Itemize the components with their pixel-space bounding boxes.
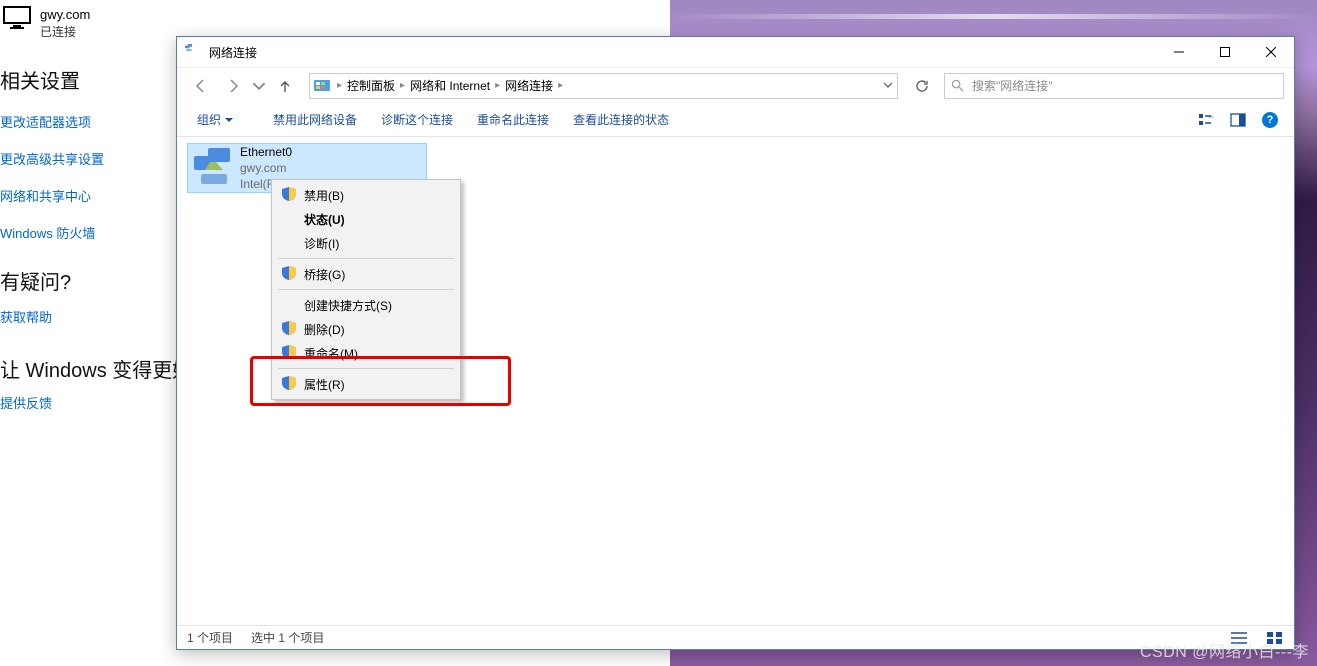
- menu-item-label: 诊断(I): [304, 235, 339, 252]
- shield-icon: [282, 376, 296, 390]
- link-change-adapter[interactable]: 更改适配器选项: [0, 112, 176, 131]
- monitor-icon: [0, 6, 34, 34]
- crumb-control-panel[interactable]: 控制面板: [343, 77, 399, 94]
- search-icon: [951, 79, 964, 92]
- crumb-network-connections[interactable]: 网络连接: [501, 77, 557, 94]
- menu-item[interactable]: 禁用(B): [274, 183, 458, 207]
- chevron-right-icon[interactable]: ▸: [399, 80, 406, 91]
- shield-icon: [282, 345, 296, 359]
- link-advanced-sharing[interactable]: 更改高级共享设置: [0, 149, 176, 168]
- related-settings-heading: 相关设置: [0, 65, 176, 94]
- up-button[interactable]: [271, 72, 299, 100]
- menu-separator: [278, 289, 454, 290]
- menu-item-label: 状态(U): [304, 211, 345, 228]
- adapter-icon: [194, 148, 234, 188]
- settings-sidebar: gwy.com 已连接 相关设置 更改适配器选项 更改高级共享设置 网络和共享中…: [0, 0, 176, 665]
- shield-icon: [282, 321, 296, 335]
- link-get-help[interactable]: 获取帮助: [0, 307, 176, 326]
- menu-item-label: 禁用(B): [304, 187, 344, 204]
- menu-item-label: 删除(D): [304, 321, 345, 338]
- network-name: gwy.com: [40, 6, 90, 24]
- link-feedback[interactable]: 提供反馈: [0, 393, 176, 412]
- link-windows-firewall[interactable]: Windows 防火墙: [0, 223, 176, 242]
- chevron-right-icon[interactable]: ▸: [494, 80, 501, 91]
- chevron-right-icon[interactable]: ▸: [336, 80, 343, 91]
- menu-item[interactable]: 状态(U): [274, 207, 458, 231]
- watermark: CSDN @网络小白---李: [1140, 638, 1309, 662]
- statusbar: 1 个项目 选中 1 个项目: [177, 625, 1294, 649]
- shield-icon: [282, 266, 296, 280]
- chevron-right-icon[interactable]: ▸: [557, 80, 564, 91]
- content-area[interactable]: Ethernet0 gwy.com Intel(R) 82574L Gigabi…: [177, 137, 1294, 625]
- search-input[interactable]: [970, 78, 1277, 94]
- question-heading: 有疑问?: [0, 266, 176, 295]
- help-button[interactable]: ?: [1256, 106, 1284, 134]
- window-icon: [185, 44, 201, 60]
- menu-item-label: 属性(R): [304, 376, 345, 393]
- address-icon: [314, 78, 330, 94]
- adapter-name: Ethernet0: [240, 144, 396, 160]
- status-selected: 选中 1 个项目: [251, 629, 324, 646]
- history-dropdown[interactable]: [251, 72, 267, 100]
- network-status: 已连接: [40, 24, 90, 41]
- view-options-button[interactable]: [1192, 106, 1220, 134]
- status-count: 1 个项目: [187, 629, 233, 646]
- crumb-network-internet[interactable]: 网络和 Internet: [406, 77, 494, 94]
- network-connections-window: 网络连接 ▸ 控制面板 ▸ 网络和 Internet ▸ 网络连接 ▸ 组织: [176, 36, 1295, 650]
- menu-item[interactable]: 属性(R): [274, 372, 458, 396]
- menu-item[interactable]: 重命名(M): [274, 341, 458, 365]
- navigation-bar: ▸ 控制面板 ▸ 网络和 Internet ▸ 网络连接 ▸: [177, 67, 1294, 103]
- maximize-button[interactable]: [1202, 37, 1248, 67]
- organize-menu[interactable]: 组织: [187, 107, 243, 132]
- link-network-center[interactable]: 网络和共享中心: [0, 186, 176, 205]
- minimize-button[interactable]: [1156, 37, 1202, 67]
- menu-item[interactable]: 创建快捷方式(S): [274, 293, 458, 317]
- tb-diagnose[interactable]: 诊断这个连接: [371, 107, 463, 132]
- tb-rename[interactable]: 重命名此连接: [467, 107, 559, 132]
- menu-item[interactable]: 桥接(G): [274, 262, 458, 286]
- search-box[interactable]: [944, 73, 1284, 99]
- network-card[interactable]: gwy.com 已连接: [0, 0, 176, 41]
- titlebar[interactable]: 网络连接: [177, 37, 1294, 67]
- shield-icon: [282, 187, 296, 201]
- preview-pane-button[interactable]: [1224, 106, 1252, 134]
- improve-heading: 让 Windows 变得更好: [0, 354, 176, 383]
- tb-view-status[interactable]: 查看此连接的状态: [563, 107, 679, 132]
- help-icon: ?: [1262, 112, 1278, 128]
- back-button[interactable]: [187, 72, 215, 100]
- context-menu: 禁用(B) 状态(U) 诊断(I) 桥接(G) 创建快捷方式(S) 删除(D) 重命名(M)…: [271, 179, 461, 400]
- menu-item[interactable]: 诊断(I): [274, 231, 458, 255]
- menu-separator: [278, 368, 454, 369]
- tb-disable-device[interactable]: 禁用此网络设备: [263, 107, 367, 132]
- close-button[interactable]: [1248, 37, 1294, 67]
- menu-separator: [278, 258, 454, 259]
- menu-item-label: 桥接(G): [304, 266, 345, 283]
- menu-item[interactable]: 删除(D): [274, 317, 458, 341]
- address-bar[interactable]: ▸ 控制面板 ▸ 网络和 Internet ▸ 网络连接 ▸: [309, 73, 898, 99]
- window-title: 网络连接: [209, 44, 257, 61]
- address-dropdown[interactable]: [883, 79, 893, 93]
- menu-item-label: 重命名(M): [304, 345, 358, 362]
- forward-button[interactable]: [219, 72, 247, 100]
- adapter-domain: gwy.com: [240, 160, 396, 176]
- refresh-button[interactable]: [908, 72, 936, 100]
- command-toolbar: 组织 禁用此网络设备 诊断这个连接 重命名此连接 查看此连接的状态 ?: [177, 103, 1294, 137]
- menu-item-label: 创建快捷方式(S): [304, 297, 392, 314]
